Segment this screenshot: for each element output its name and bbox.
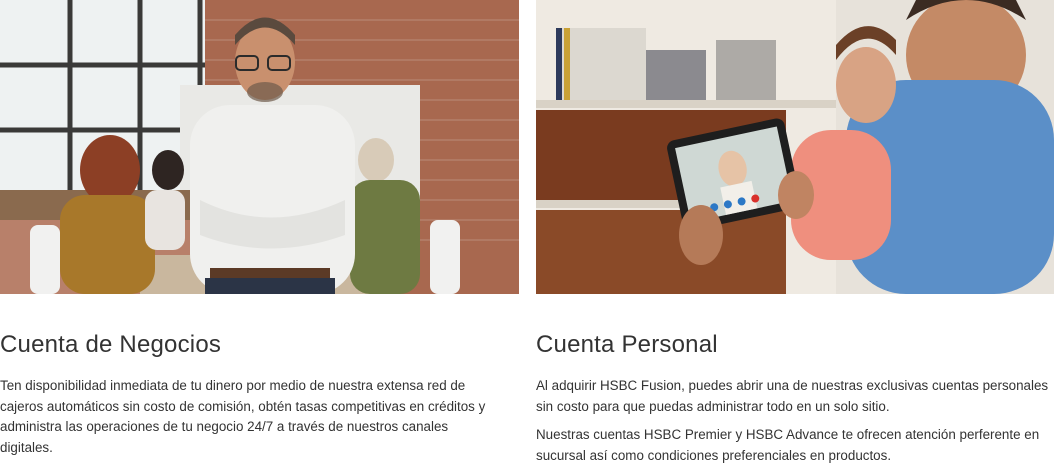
card-title: Cuenta Personal [536, 331, 718, 358]
personal-account-card: Cuenta Personal Al adquirir HSBC Fusion,… [536, 0, 1054, 466]
business-account-card: Cuenta de Negocios Ten disponibilidad in… [0, 0, 519, 458]
card-description: Al adquirir HSBC Fusion, puedes abrir un… [536, 378, 1049, 414]
business-meeting-photo [0, 0, 519, 294]
card-title: Cuenta de Negocios [0, 331, 222, 358]
card-description-secondary: Nuestras cuentas HSBC Premier y HSBC Adv… [536, 427, 1040, 463]
family-tablet-video-call-photo [536, 0, 1054, 294]
card-description: Ten disponibilidad inmediata de tu diner… [0, 378, 486, 455]
